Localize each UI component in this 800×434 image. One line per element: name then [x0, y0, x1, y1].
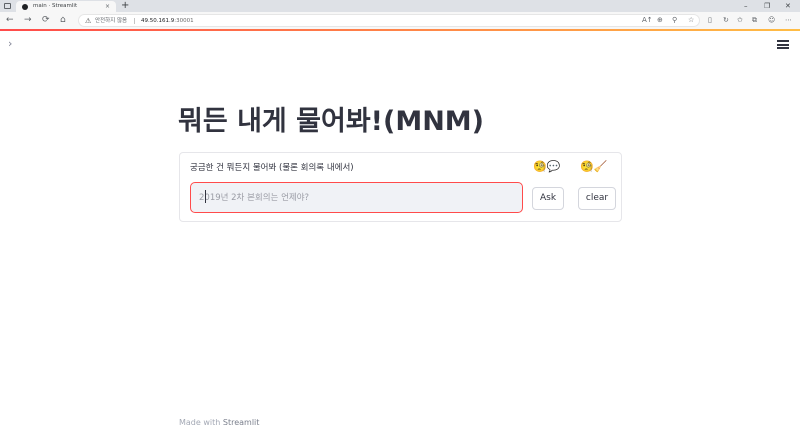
footer-prefix: Made with	[179, 418, 223, 427]
minimize-icon[interactable]: –	[744, 0, 748, 12]
forward-icon[interactable]: →	[24, 14, 32, 27]
split-screen-icon[interactable]: ▯	[708, 14, 712, 27]
zoom-icon[interactable]: ⊕	[657, 14, 663, 27]
reload-icon[interactable]: ⟳	[42, 14, 50, 27]
browser-toolbar: ← → ⟳ ⌂ ⚠ 안전하지 않음 49.50.161.9:30001 A↑ ⊕…	[0, 12, 800, 30]
new-tab-button[interactable]: +	[121, 0, 129, 12]
tab-title: main · Streamlit	[33, 3, 78, 9]
page-title: 뭐든 내게 물어봐!(MNM)	[178, 106, 485, 137]
address-bar[interactable]: ⚠ 안전하지 않음 49.50.161.9:30001	[78, 14, 700, 27]
back-icon[interactable]: ←	[6, 14, 14, 27]
more-menu-icon[interactable]: ⋯	[785, 14, 792, 27]
thinking-speech-emoji-icon: 🧐💬	[533, 160, 561, 173]
tab-actions-icon[interactable]	[4, 3, 11, 9]
question-input[interactable]	[190, 182, 523, 213]
favorite-icon[interactable]: ☆	[688, 14, 694, 27]
favorites-icon[interactable]: ✩	[737, 14, 743, 27]
read-aloud-icon[interactable]: A↑	[642, 14, 653, 27]
browser-tab[interactable]: main · Streamlit ×	[16, 1, 116, 12]
streamlit-decoration-bar	[0, 29, 800, 31]
hamburger-menu-icon[interactable]	[777, 40, 789, 49]
profile-icon[interactable]: ☺	[768, 14, 775, 27]
window-close-icon[interactable]: ✕	[785, 0, 791, 12]
thinking-broom-emoji-icon: 🧐🧹	[580, 160, 608, 173]
warning-icon: ⚠	[85, 17, 92, 25]
question-label: 궁금한 건 뭐든지 물어봐 (물론 회의록 내에서)	[190, 163, 354, 173]
collections-icon[interactable]: ⧉	[752, 14, 757, 27]
tracking-icon[interactable]: ⚲	[672, 14, 677, 27]
home-icon[interactable]: ⌂	[60, 14, 66, 27]
sidebar-expand-icon[interactable]: ›	[8, 37, 12, 50]
streamlit-link[interactable]: Streamlit	[223, 418, 260, 427]
text-cursor	[205, 190, 206, 203]
refresh-extension-icon[interactable]: ↻	[723, 14, 729, 27]
clear-button[interactable]: clear	[578, 187, 616, 210]
restore-icon[interactable]: ❐	[764, 0, 770, 12]
ask-button[interactable]: Ask	[532, 187, 564, 210]
footer: Made with Streamlit	[179, 418, 259, 427]
streamlit-favicon-icon	[22, 4, 28, 10]
address-divider	[134, 18, 135, 24]
security-warning[interactable]: 안전하지 않음	[95, 15, 127, 27]
tab-close-icon[interactable]: ×	[105, 1, 110, 12]
url-text: 49.50.161.9:30001	[141, 18, 194, 24]
browser-tab-strip: main · Streamlit × + – ❐ ✕	[0, 0, 800, 12]
